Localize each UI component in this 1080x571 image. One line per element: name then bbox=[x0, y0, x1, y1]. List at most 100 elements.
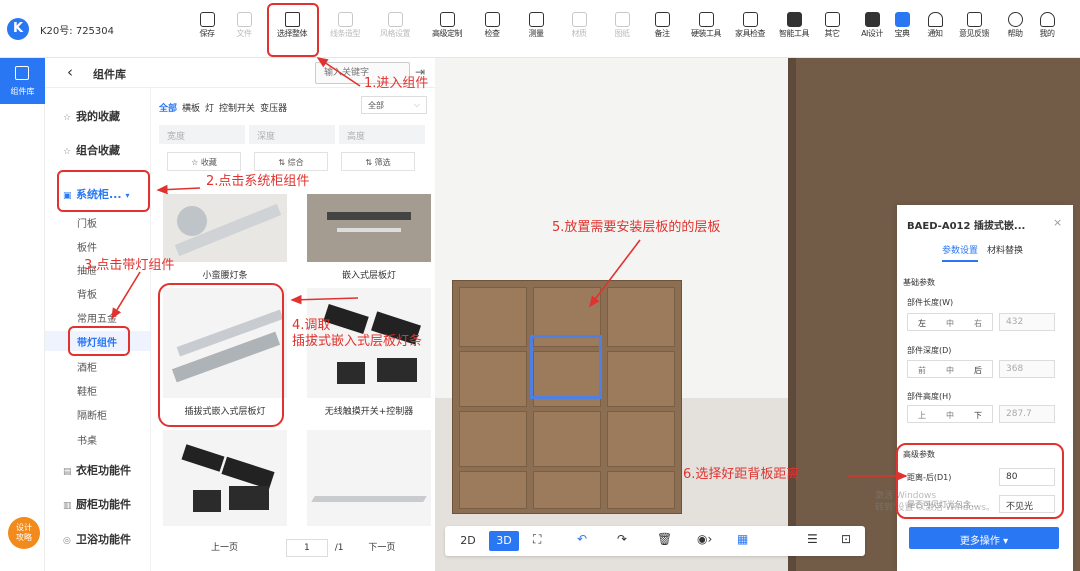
chevron-down-icon: ⌵ bbox=[413, 100, 420, 109]
length-field[interactable]: 432 bbox=[999, 313, 1055, 331]
category-bath-parts[interactable]: ◎ 卫浴功能件 bbox=[45, 531, 150, 547]
toolbar-drawing-button[interactable]: 图纸 bbox=[600, 12, 644, 38]
back-icon[interactable]: ‹ bbox=[67, 63, 73, 81]
toolbar-hardware-button[interactable]: 硬装工具 bbox=[684, 12, 728, 38]
component-library-icon bbox=[15, 66, 29, 80]
sub-item-door-panel[interactable]: 门板 bbox=[45, 215, 150, 230]
sub-item-back-panel[interactable]: 背板 bbox=[45, 286, 150, 301]
style-icon bbox=[387, 12, 403, 27]
depth-field[interactable]: 368 bbox=[999, 360, 1055, 378]
component-image bbox=[307, 430, 431, 526]
toolbar-notify-button[interactable]: 通知 bbox=[913, 12, 957, 38]
component-card[interactable] bbox=[307, 430, 431, 532]
height-align-segment[interactable]: 上中下 bbox=[907, 405, 993, 423]
category-wardrobe-parts[interactable]: ▤ 衣柜功能件 bbox=[45, 462, 150, 478]
filter-tabs: 全部 横板灯控制开关 变压器 bbox=[159, 101, 292, 114]
toolbar-user-button[interactable]: 我的 bbox=[1025, 12, 1069, 38]
account-id: K20号: 725304 bbox=[40, 26, 115, 37]
guide-icon bbox=[894, 12, 910, 27]
sub-item-hardware[interactable]: 常用五金 bbox=[45, 310, 150, 325]
bell-icon bbox=[927, 12, 943, 27]
step6-highlight-box bbox=[896, 443, 1064, 519]
smart-tool-icon bbox=[786, 12, 802, 27]
step1-highlight-box bbox=[267, 3, 319, 57]
toolbar-file-button[interactable]: 文件 bbox=[222, 12, 266, 38]
sub-item-shoe-cabinet[interactable]: 鞋柜 bbox=[45, 383, 150, 398]
save-icon bbox=[199, 12, 215, 27]
toolbar-measure-button[interactable]: 测量 bbox=[514, 12, 558, 38]
sub-item-desk[interactable]: 书桌 bbox=[45, 432, 150, 447]
more-actions-button[interactable]: 更多操作 ▾ bbox=[909, 527, 1059, 549]
undo-icon[interactable]: ↶ bbox=[577, 532, 587, 546]
component-card[interactable] bbox=[163, 430, 287, 532]
category-combo-favorites[interactable]: ☆ 组合收藏 bbox=[45, 142, 150, 158]
feedback-icon bbox=[966, 12, 982, 27]
fullscreen-icon[interactable]: ⛶ bbox=[533, 532, 541, 547]
component-card[interactable]: 小蛮腰灯条 bbox=[163, 194, 287, 281]
component-card[interactable]: 无线触摸开关+控制器 bbox=[307, 288, 431, 417]
app-logo[interactable]: K bbox=[7, 18, 29, 40]
step3-annotation: 3.点击带灯组件 bbox=[84, 258, 175, 273]
height-label: 部件高度(H) bbox=[907, 392, 952, 401]
favorite-sort-button[interactable]: ☆ 收藏 bbox=[167, 152, 241, 171]
toolbar-note-button[interactable]: 备注 bbox=[640, 12, 684, 38]
step4-highlight-box bbox=[158, 283, 284, 427]
page-total: /1 bbox=[334, 543, 344, 553]
sub-item-partition[interactable]: 隔断柜 bbox=[45, 407, 150, 422]
visibility-icon[interactable]: ◉› bbox=[697, 532, 712, 546]
delete-icon[interactable]: 🗑 bbox=[657, 532, 672, 546]
redo-icon[interactable]: ↷ bbox=[617, 532, 627, 546]
layers-icon[interactable]: ▦ bbox=[737, 532, 748, 546]
sub-item-wine-cabinet[interactable]: 酒柜 bbox=[45, 359, 150, 374]
toolbar-other-button[interactable]: 其它 bbox=[810, 12, 854, 38]
width-filter[interactable]: 宽度 bbox=[159, 125, 245, 144]
tab-light[interactable]: 灯 bbox=[205, 104, 214, 114]
next-page-button[interactable]: 下一页 bbox=[368, 543, 395, 553]
height-field[interactable]: 287.7 bbox=[999, 405, 1055, 423]
toolbar-line-shape-button[interactable]: 线条造型 bbox=[323, 12, 367, 38]
overall-sort-button[interactable]: ⇅ 综合 bbox=[254, 152, 328, 171]
design-guide-badge[interactable]: 设计 攻略 bbox=[8, 517, 40, 549]
sub-item-board[interactable]: 板件 bbox=[45, 239, 150, 254]
step3-highlight-box bbox=[68, 326, 130, 356]
category-kitchen-parts[interactable]: ▥ 厨柜功能件 bbox=[45, 496, 150, 512]
pagination: 上一页 1 /1 下一页 bbox=[211, 539, 395, 557]
step6-annotation: 6.选择好距背板距离 bbox=[683, 467, 800, 482]
prev-page-button[interactable]: 上一页 bbox=[211, 543, 238, 553]
close-icon[interactable]: × bbox=[1053, 216, 1062, 229]
toolbar-check-button[interactable]: 检查 bbox=[470, 12, 514, 38]
tab-material[interactable]: 材料替换 bbox=[987, 243, 1023, 256]
panel-title: 组件库 bbox=[93, 68, 126, 81]
camera-icon[interactable]: ⊡ bbox=[841, 532, 851, 546]
line-shape-icon bbox=[337, 12, 353, 27]
tab-params[interactable]: 参数设置 bbox=[942, 243, 979, 262]
tab-switch[interactable]: 控制开关 bbox=[219, 104, 255, 114]
tab-transformer[interactable]: 变压器 bbox=[260, 104, 287, 114]
list-icon[interactable]: ☰ bbox=[807, 532, 818, 546]
toolbar-style-button[interactable]: 风格设置 bbox=[373, 12, 417, 38]
selected-shelf-highlight[interactable] bbox=[530, 335, 602, 399]
category-favorites[interactable]: ☆ 我的收藏 bbox=[45, 108, 150, 124]
user-icon bbox=[1039, 12, 1055, 27]
length-label: 部件长度(W) bbox=[907, 298, 954, 307]
page-input[interactable]: 1 bbox=[285, 539, 328, 557]
component-card[interactable]: 嵌入式层板灯 bbox=[307, 194, 431, 281]
help-icon bbox=[1007, 12, 1023, 27]
filter-button[interactable]: ⇅ 筛选 bbox=[341, 152, 415, 171]
toolbar-furniture-check-button[interactable]: 家具检查 bbox=[728, 12, 772, 38]
depth-filter[interactable]: 深度 bbox=[249, 125, 335, 144]
toolbar-feedback-button[interactable]: 意见反馈 bbox=[952, 12, 996, 38]
toolbar-material-button[interactable]: 材质 bbox=[557, 12, 601, 38]
height-filter[interactable]: 高度 bbox=[339, 125, 425, 144]
rail-component-library[interactable]: 组件库 bbox=[0, 58, 45, 104]
depth-align-segment[interactable]: 前中后 bbox=[907, 360, 993, 378]
filter-select[interactable]: 全部 ⌵ bbox=[361, 96, 427, 114]
length-align-segment[interactable]: 左中右 bbox=[907, 313, 993, 331]
tab-all[interactable]: 全部 bbox=[159, 104, 177, 114]
view-3d-button[interactable]: 3D bbox=[489, 531, 519, 551]
view-2d-button[interactable]: 2D bbox=[453, 531, 483, 551]
toolbar-custom-button[interactable]: 高级定制 bbox=[425, 12, 469, 38]
furniture-check-icon bbox=[742, 12, 758, 27]
check-icon bbox=[484, 12, 500, 27]
tab-horizontal[interactable]: 横板 bbox=[182, 104, 200, 114]
